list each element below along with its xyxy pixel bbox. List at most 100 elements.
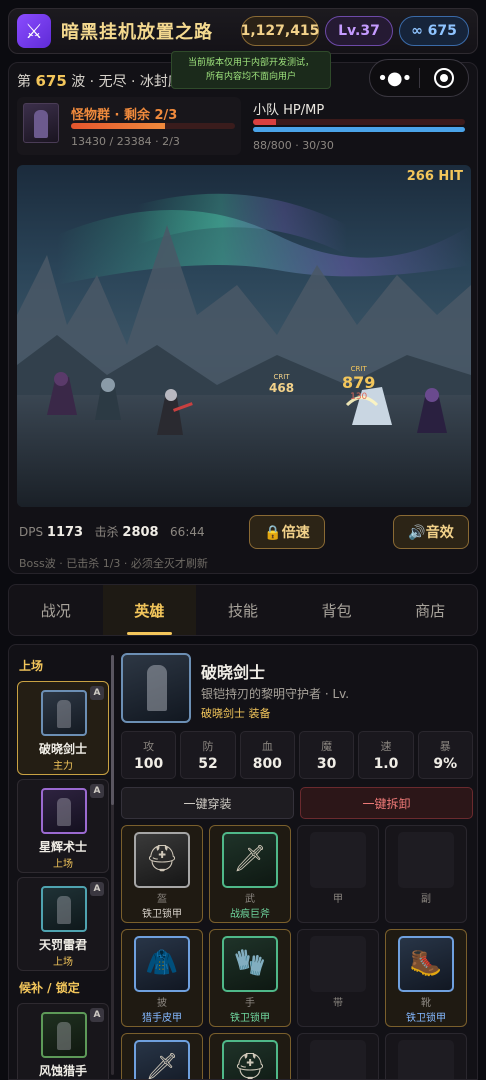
hero-card-wind-hunter[interactable]: A 风蚀猎手 bbox=[17, 1003, 109, 1079]
wave-number: 675 bbox=[35, 72, 67, 90]
sound-button[interactable]: 🔊音效 bbox=[393, 515, 469, 549]
close-program-button[interactable] bbox=[420, 60, 469, 96]
slot-item-name: 铁卫锁甲 bbox=[230, 1013, 270, 1024]
tab-shop[interactable]: 商店 bbox=[383, 585, 477, 635]
slot-item-name: 铁卫锁甲 bbox=[406, 1013, 446, 1024]
equipment-item-icon bbox=[398, 832, 454, 888]
equip-all-button[interactable]: 一键穿装 bbox=[121, 787, 294, 819]
more-menu-button[interactable]: •●• bbox=[370, 60, 419, 96]
slot-item-name: 铁卫锁甲 bbox=[142, 909, 182, 920]
unequip-all-button[interactable]: 一键拆卸 bbox=[300, 787, 473, 819]
hero-role: 主力 bbox=[53, 761, 73, 772]
hero-role: 上场 bbox=[53, 859, 73, 870]
party-stats-text: 88/800 · 30/30 bbox=[253, 139, 334, 152]
stat-mana: 魔 30 bbox=[298, 731, 355, 779]
slot-item-name: 战痕巨斧 bbox=[230, 909, 270, 920]
battle-panel: 第 675 波 · 无尽 · 冰封废土 当前版本仅用于内部开发测试， 所有内容均… bbox=[8, 51, 478, 574]
app-title: 暗黑挂机放置之路 bbox=[61, 22, 213, 43]
rank-badge: A bbox=[90, 1008, 104, 1022]
hero-portrait bbox=[41, 886, 87, 932]
more-dots-icon: •●• bbox=[377, 67, 412, 89]
hero-role: 上场 bbox=[53, 957, 73, 968]
hero-detail-sub: 破晓剑士 装备 bbox=[201, 707, 271, 720]
stat-defense: 防 52 bbox=[180, 731, 236, 779]
active-heading: 上场 bbox=[19, 659, 44, 673]
stat-hp: 血 800 bbox=[239, 731, 295, 779]
slot-type-label: 副 bbox=[421, 894, 431, 905]
dev-notice: 当前版本仅用于内部开发测试， 所有内容均不面向用户 bbox=[171, 51, 331, 89]
equipment-slot[interactable]: ⛑ bbox=[209, 1033, 291, 1079]
level-badge[interactable]: Lv.37 bbox=[325, 16, 393, 46]
slot-type-label: 甲 bbox=[333, 894, 343, 905]
equipment-slot[interactable]: 甲 bbox=[297, 825, 379, 923]
equipment-grid: ⛑ 盔铁卫锁甲 🗡 武战痕巨斧甲副 🧥 披猎手皮甲 🧤 手铁卫锁甲带 🥾 靴铁卫锁甲 🗡 ⛑ bbox=[121, 825, 473, 1079]
enemy-title: 怪物群 · 剩余 2/3 bbox=[71, 108, 178, 123]
equipment-item-icon bbox=[310, 1040, 366, 1079]
main-tabs: 战况 英雄 技能 背包 商店 bbox=[8, 584, 478, 636]
hero-panel: 上场 A 破晓剑士 主力 A 星辉术士 上场 A 天罚雷君 上场 候补 / 锁定… bbox=[8, 644, 478, 1080]
kills-value: 2808 bbox=[122, 525, 159, 540]
enemy-hp-text: 13430 / 23384 · 2/3 bbox=[71, 135, 180, 148]
party-hp-bar bbox=[253, 119, 465, 125]
dps-stats: DPS 1173 击杀 2808 66:44 bbox=[19, 525, 205, 540]
equipment-slot[interactable]: 🗡 bbox=[121, 1033, 203, 1079]
roster-scrollbar[interactable] bbox=[111, 655, 114, 1075]
hero-card-star-mage[interactable]: A 星辉术士 上场 bbox=[17, 779, 109, 873]
equipment-item-icon: 🧤 bbox=[222, 936, 278, 992]
hero-detail-portrait bbox=[121, 653, 191, 723]
gold-counter[interactable]: 1,127,415 bbox=[241, 16, 319, 46]
equipment-item-icon: ⛑ bbox=[222, 1040, 278, 1079]
slot-item-name: 猎手皮甲 bbox=[142, 1013, 182, 1024]
slot-type-label: 靴 bbox=[421, 998, 431, 1009]
hero-portrait bbox=[41, 1012, 87, 1058]
tab-skills[interactable]: 技能 bbox=[196, 585, 290, 635]
tab-inventory[interactable]: 背包 bbox=[290, 585, 384, 635]
hero-card-thunder-lord[interactable]: A 天罚雷君 上场 bbox=[17, 877, 109, 971]
hero-name: 风蚀猎手 bbox=[38, 1064, 87, 1078]
hero-name: 星辉术士 bbox=[38, 840, 87, 854]
hero-portrait bbox=[41, 788, 87, 834]
equipment-slot[interactable]: 🥾 靴铁卫锁甲 bbox=[385, 929, 467, 1027]
hero-name: 破晓剑士 bbox=[38, 742, 87, 756]
equipment-slot[interactable]: 带 bbox=[297, 929, 379, 1027]
equipment-item-icon: ⛑ bbox=[134, 832, 190, 888]
battle-scene-art bbox=[17, 193, 471, 507]
top-bar: ⚔ 暗黑挂机放置之路 1,127,415 Lv.37 ∞ 675 bbox=[8, 8, 478, 54]
equipment-item-icon bbox=[310, 832, 366, 888]
hero-detail-name: 破晓剑士 bbox=[201, 663, 266, 682]
rank-badge: A bbox=[90, 686, 104, 700]
stat-attack: 攻 100 bbox=[121, 731, 177, 779]
battle-scene[interactable]: 266 HIT CRIT 468 CRIT 879 130 bbox=[17, 165, 471, 507]
equipment-item-icon bbox=[310, 936, 366, 992]
equipment-slot[interactable]: 🧤 手铁卫锁甲 bbox=[209, 929, 291, 1027]
equipment-slot[interactable]: ⛑ 盔铁卫锁甲 bbox=[121, 825, 203, 923]
floating-crit-1: CRIT 468 bbox=[269, 373, 295, 395]
equipment-slot[interactable] bbox=[385, 1033, 467, 1079]
stat-speed: 速 1.0 bbox=[358, 731, 414, 779]
battle-timer: 66:44 bbox=[170, 525, 205, 539]
equipment-slot[interactable]: 副 bbox=[385, 825, 467, 923]
hero-portrait bbox=[41, 690, 87, 736]
hero-card-dawn-swordsman[interactable]: A 破晓剑士 主力 bbox=[17, 681, 109, 775]
gem-counter[interactable]: ∞ 675 bbox=[399, 16, 469, 46]
equipment-slot[interactable]: 🗡 武战痕巨斧 bbox=[209, 825, 291, 923]
slot-type-label: 武 bbox=[245, 894, 255, 905]
hero-name: 天罚雷君 bbox=[38, 938, 87, 952]
equipment-item-icon: 🥾 bbox=[398, 936, 454, 992]
slot-type-label: 披 bbox=[157, 998, 167, 1009]
tab-battle[interactable]: 战况 bbox=[9, 585, 103, 635]
equipment-item-icon: 🧥 bbox=[134, 936, 190, 992]
slot-type-label: 盔 bbox=[157, 894, 167, 905]
enemy-portrait bbox=[23, 103, 59, 143]
hero-stats: 攻 100 防 52 血 800 魔 30 速 1.0 暴 9% bbox=[121, 731, 473, 779]
equipment-slot[interactable]: 🧥 披猎手皮甲 bbox=[121, 929, 203, 1027]
party-status: 小队 HP/MP 88/800 · 30/30 bbox=[249, 97, 471, 155]
tab-heroes[interactable]: 英雄 bbox=[102, 585, 197, 635]
equipment-slot[interactable] bbox=[297, 1033, 379, 1079]
stat-crit: 暴 9% bbox=[417, 731, 473, 779]
boss-note: Boss波 · 已击杀 1/3 · 必须全灭才刷新 bbox=[19, 557, 208, 570]
speed-button[interactable]: 🔒倍速 bbox=[249, 515, 325, 549]
equipment-item-icon: 🗡 bbox=[222, 832, 278, 888]
slot-type-label: 带 bbox=[333, 998, 343, 1009]
mini-program-capsule: •●• bbox=[369, 59, 469, 97]
